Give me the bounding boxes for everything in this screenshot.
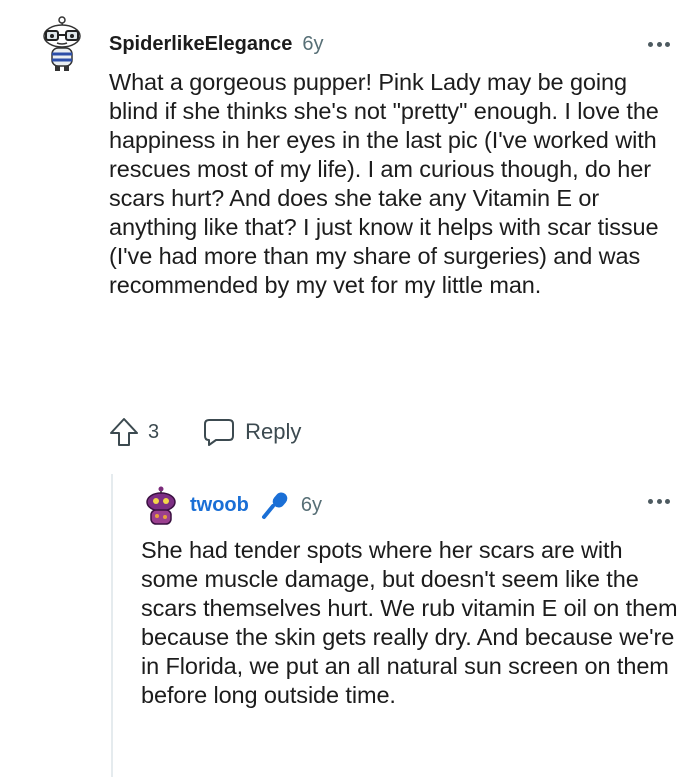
reply-username[interactable]: twoob xyxy=(190,494,249,517)
reply-age: 6y xyxy=(300,493,322,516)
more-options-button[interactable] xyxy=(644,34,674,54)
comment-actions: 3 Reply xyxy=(108,413,301,451)
reply-header: twoob 6y xyxy=(190,491,322,519)
comment-age: 6y xyxy=(302,32,324,55)
reply-body: She had tender spots where her scars are… xyxy=(141,537,678,708)
vote-count: 3 xyxy=(148,420,160,443)
speech-bubble-icon xyxy=(204,419,235,446)
avatar[interactable] xyxy=(40,14,84,74)
username[interactable]: SpiderlikeElegance xyxy=(109,33,292,56)
more-dots-icon xyxy=(648,498,653,504)
reply-label: Reply xyxy=(245,419,302,444)
reply-avatar[interactable] xyxy=(143,486,179,526)
microphone-icon xyxy=(261,492,288,519)
upvote-arrow-icon xyxy=(110,418,138,446)
more-dot xyxy=(665,498,670,504)
more-dot xyxy=(656,498,662,504)
thread-line[interactable] xyxy=(111,474,113,777)
comment-thread: SpiderlikeElegance 6y What a gorgeous pu… xyxy=(0,0,700,777)
reply-button[interactable]: Reply xyxy=(203,417,301,447)
comment-body: What a gorgeous pupper! Pink Lady may be… xyxy=(109,69,659,298)
reply-more-options-button[interactable] xyxy=(644,491,674,511)
upvote-button[interactable]: 3 xyxy=(108,416,159,448)
more-dot xyxy=(656,41,662,47)
more-dots-icon xyxy=(648,41,653,47)
more-dot xyxy=(665,41,670,47)
comment-header: SpiderlikeElegance 6y xyxy=(109,31,324,57)
